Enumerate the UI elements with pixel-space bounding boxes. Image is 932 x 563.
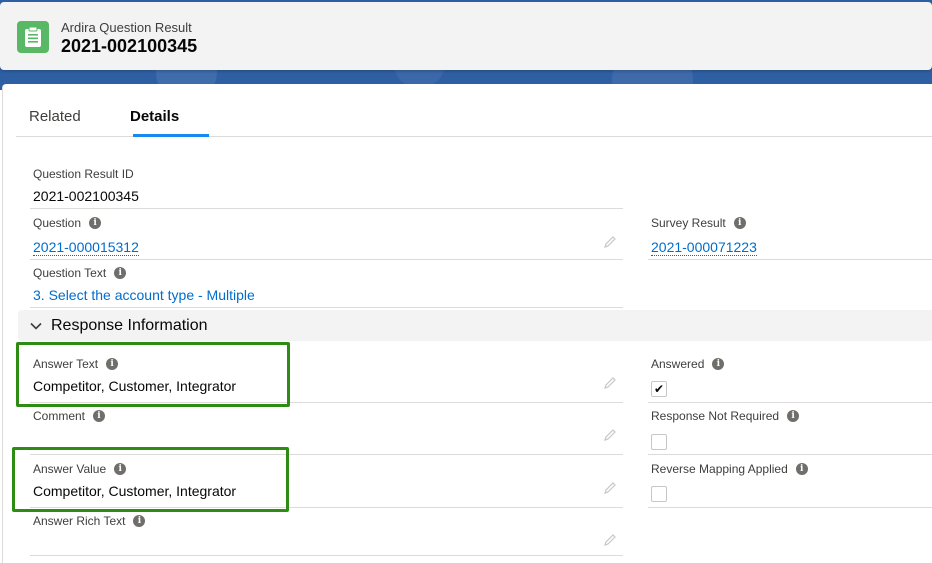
field-divider <box>648 454 932 455</box>
record-header: Ardira Question Result 2021-002100345 <box>0 2 932 70</box>
answer-value-highlight-box <box>12 447 289 512</box>
info-icon[interactable]: i <box>133 515 146 527</box>
field-label-text: Question <box>33 216 82 230</box>
answered-label: Answered i <box>651 357 725 371</box>
info-icon[interactable]: i <box>89 217 102 229</box>
question-result-id-value: 2021-002100345 <box>33 188 139 204</box>
field-label-text: Answered <box>651 357 705 371</box>
section-response-information[interactable]: Response Information <box>18 310 932 341</box>
question-text-link[interactable]: 3. Select the account type - Multiple <box>33 287 255 303</box>
pencil-icon[interactable] <box>603 428 617 442</box>
info-icon[interactable]: i <box>712 358 725 370</box>
question-text-label: Question Text i <box>33 266 127 280</box>
question-label: Question i <box>33 216 102 230</box>
reverse-mapping-applied-label: Reverse Mapping Applied i <box>651 462 808 476</box>
active-tab-indicator <box>133 134 209 137</box>
checkmark-icon: ✔ <box>653 382 665 396</box>
field-label-text: Question Result ID <box>33 167 134 181</box>
object-type-label: Ardira Question Result <box>61 20 192 35</box>
field-label-text: Survey Result <box>651 216 726 230</box>
info-icon[interactable]: i <box>733 217 746 229</box>
field-label-text: Comment <box>33 409 86 423</box>
field-label-text: Response Not Required <box>651 409 780 423</box>
info-icon[interactable]: i <box>93 410 106 422</box>
field-divider <box>648 259 932 260</box>
question-result-id-label: Question Result ID <box>33 167 134 181</box>
survey-result-link[interactable]: 2021-000071223 <box>651 239 757 256</box>
info-icon[interactable]: i <box>114 267 127 279</box>
chevron-down-icon[interactable] <box>29 319 43 333</box>
record-title: 2021-002100345 <box>61 36 198 56</box>
info-icon[interactable]: i <box>787 410 800 422</box>
answered-checkbox[interactable]: ✔ <box>651 381 667 397</box>
clipboard-icon <box>17 21 49 53</box>
answer-rich-text-label: Answer Rich Text i <box>33 514 146 528</box>
field-divider <box>30 307 623 308</box>
tab-related[interactable]: Related <box>29 108 81 137</box>
survey-result-link-text[interactable]: 2021-000071223 <box>651 239 757 256</box>
pencil-icon[interactable] <box>603 235 617 249</box>
section-title: Response Information <box>51 316 208 334</box>
field-divider <box>30 555 623 556</box>
info-icon[interactable]: i <box>795 463 808 475</box>
reverse-mapping-applied-checkbox[interactable] <box>651 486 667 502</box>
field-divider <box>30 208 623 209</box>
field-label-text: Question Text <box>33 266 107 280</box>
field-label-text: Answer Rich Text <box>33 514 126 528</box>
answer-text-highlight-box <box>16 342 290 407</box>
field-divider <box>30 259 623 260</box>
survey-result-label: Survey Result i <box>651 216 746 230</box>
response-not-required-checkbox[interactable] <box>651 434 667 450</box>
pencil-icon[interactable] <box>603 376 617 390</box>
tab-bar: Related Details <box>16 98 932 137</box>
field-label-text: Reverse Mapping Applied <box>651 462 788 476</box>
field-divider <box>648 507 932 508</box>
tab-details[interactable]: Details <box>130 108 179 137</box>
response-not-required-label: Response Not Required i <box>651 409 800 423</box>
question-link-text[interactable]: 2021-000015312 <box>33 239 139 256</box>
field-divider <box>648 402 932 403</box>
comment-label: Comment i <box>33 409 106 423</box>
question-link[interactable]: 2021-000015312 <box>33 239 139 256</box>
pencil-icon[interactable] <box>603 533 617 547</box>
pencil-icon[interactable] <box>603 481 617 495</box>
